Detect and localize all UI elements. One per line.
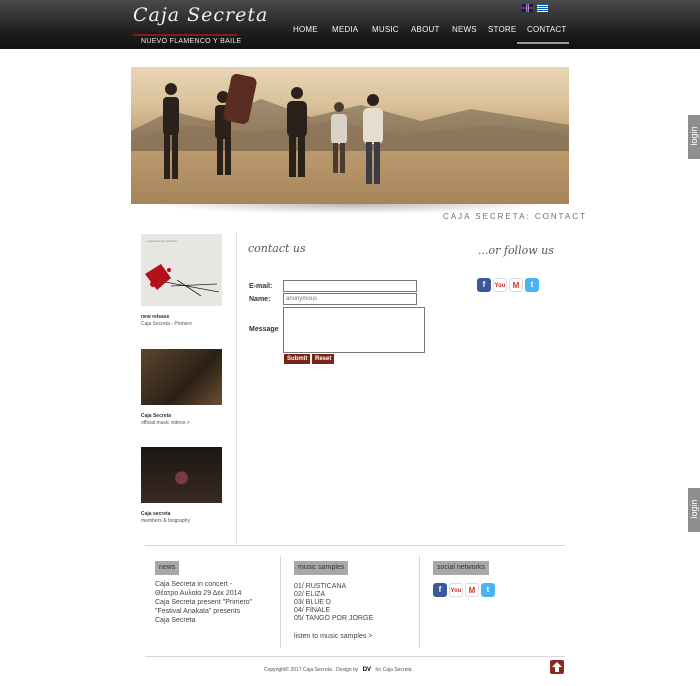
- youtube-icon[interactable]: You: [449, 583, 463, 597]
- logo-tagline: NUEVO FLAMENCO Y BAILE: [141, 38, 242, 45]
- name-field[interactable]: [283, 293, 417, 305]
- sidebar-item-new-release[interactable]: Caja Secreta / Primero new release Caja …: [141, 234, 222, 327]
- album-art-graphic: [145, 264, 220, 297]
- login-tab-label: login: [689, 499, 699, 519]
- contact-heading: contact us: [248, 242, 306, 255]
- nav-home[interactable]: HOME: [293, 25, 318, 34]
- site-header: Caja Secreta NUEVO FLAMENCO Y BAILE HOME…: [0, 0, 700, 49]
- music-samples-link[interactable]: listen to music samples >: [294, 632, 414, 641]
- footer-separator: [419, 556, 420, 648]
- footer-social: social networks f You M t: [433, 556, 553, 597]
- language-switcher: [522, 4, 548, 12]
- sidebar-item-subtitle[interactable]: official music videos >: [141, 420, 222, 426]
- track-item[interactable]: 01/ RUSTICANA: [294, 583, 414, 591]
- arrow-up-icon: [552, 662, 562, 672]
- track-item[interactable]: 02/ ELIZA: [294, 591, 414, 599]
- youtube-icon[interactable]: You: [493, 278, 507, 292]
- column-divider: [236, 232, 237, 544]
- track-item[interactable]: 05/ TANGO POR JORGE: [294, 615, 414, 623]
- news-line[interactable]: Θέατρο Αυλαία 29 Δεκ 2014: [155, 589, 275, 598]
- nav-about[interactable]: ABOUT: [411, 25, 440, 34]
- sidebar-item-title[interactable]: Caja secreta: [141, 511, 222, 517]
- sidebar-item-videos[interactable]: Caja Secreta official music videos >: [141, 349, 222, 426]
- back-to-top-button[interactable]: [550, 660, 564, 674]
- english-flag-icon[interactable]: [522, 4, 533, 12]
- twitter-icon[interactable]: t: [525, 278, 539, 292]
- guitarist-photo[interactable]: [141, 349, 222, 405]
- copyright-suffix: for Caja Secreta: [375, 667, 412, 673]
- copyright-text: Copyright© 2017 Caja Secreta . Design by…: [264, 667, 412, 673]
- name-label: Name:: [249, 296, 271, 303]
- login-tab-bottom[interactable]: login: [688, 488, 700, 532]
- footer-separator: [280, 556, 281, 648]
- login-tab-label: login: [689, 126, 699, 146]
- page-caption: CAJA SECRETA: CONTACT: [443, 212, 587, 221]
- nav-store[interactable]: STORE: [488, 25, 516, 34]
- gmail-icon[interactable]: M: [509, 278, 523, 292]
- sidebar-item-members[interactable]: Caja secreta members & biography: [141, 447, 222, 524]
- album-cover-image[interactable]: Caja Secreta / Primero: [141, 234, 222, 306]
- track-item[interactable]: 03/ BLUE D: [294, 599, 414, 607]
- designer-logo[interactable]: DV: [363, 667, 371, 673]
- reset-button[interactable]: Reset: [312, 354, 335, 364]
- nav-media[interactable]: MEDIA: [332, 25, 358, 34]
- track-item[interactable]: 04/ FINALE: [294, 607, 414, 615]
- footer-social-icons: f You M t: [433, 583, 553, 597]
- social-heading: social networks: [433, 561, 489, 575]
- news-heading: news: [155, 561, 188, 575]
- follow-icons: f You M t: [477, 278, 539, 292]
- submit-button[interactable]: Submit: [284, 354, 311, 364]
- nav-news[interactable]: NEWS: [452, 25, 477, 34]
- footer-music: music samples 01/ RUSTICANA 02/ ELIZA 03…: [294, 556, 414, 641]
- email-field[interactable]: [283, 280, 417, 292]
- facebook-icon[interactable]: f: [477, 278, 491, 292]
- email-label: E-mail:: [249, 283, 273, 290]
- greek-flag-icon[interactable]: [537, 4, 548, 12]
- news-line[interactable]: "Festival Anakata" presents: [155, 607, 275, 616]
- nav-contact[interactable]: CONTACT: [527, 25, 566, 34]
- sidebar-item-subtitle: members & biography: [141, 518, 190, 524]
- facebook-icon[interactable]: f: [433, 583, 447, 597]
- message-field[interactable]: [283, 307, 425, 353]
- news-line[interactable]: Caja Secreta present "Primero": [155, 598, 275, 607]
- footer-bottom-rule: [145, 656, 565, 657]
- logo-underline: [133, 34, 237, 36]
- gmail-icon[interactable]: M: [465, 583, 479, 597]
- logo-text[interactable]: Caja Secreta: [133, 4, 268, 26]
- music-heading: music samples: [294, 561, 349, 575]
- sidebar-item-subtitle: Caja Secreta - Primero: [141, 321, 192, 327]
- sidebar-item-title[interactable]: new release: [141, 314, 222, 320]
- follow-heading: ...or follow us: [478, 244, 554, 257]
- copyright-label: Copyright© 2017 Caja Secreta . Design by: [264, 667, 359, 673]
- footer-news: news Caja Secreta in concert - Θέατρο Αυ…: [155, 556, 275, 625]
- nav-music[interactable]: MUSIC: [372, 25, 399, 34]
- active-nav-indicator: [517, 42, 569, 44]
- login-tab[interactable]: login: [688, 115, 700, 159]
- twitter-icon[interactable]: t: [481, 583, 495, 597]
- dancer-photo[interactable]: [141, 447, 222, 503]
- news-line[interactable]: Caja Secreta: [155, 616, 275, 625]
- footer-top-rule: [145, 545, 565, 546]
- sidebar-item-title[interactable]: Caja Secreta: [141, 413, 222, 419]
- news-line[interactable]: Caja Secreta in concert -: [155, 580, 275, 589]
- band-silhouettes: [163, 73, 383, 184]
- message-label: Message: [249, 326, 279, 333]
- hero-banner: [131, 67, 569, 204]
